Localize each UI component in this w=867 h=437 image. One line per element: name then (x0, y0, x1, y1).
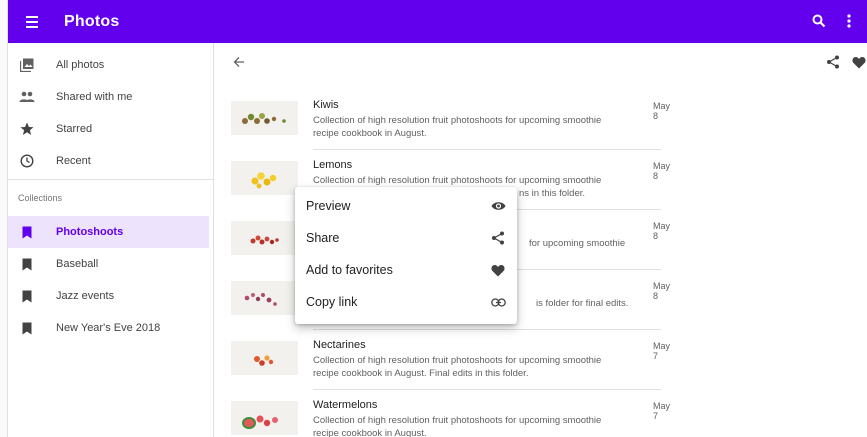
thumbnail-image (231, 401, 298, 435)
list-item[interactable]: Nectarines Collection of high resolution… (231, 333, 670, 393)
clock-icon (19, 153, 35, 169)
arrow-back-icon[interactable] (228, 51, 250, 73)
menu-item-preview[interactable]: Preview (295, 190, 517, 222)
search-icon[interactable] (808, 9, 830, 33)
item-date: May 7 (653, 401, 671, 421)
item-date: May 8 (653, 101, 671, 121)
app-window: Photos All photos Shared with me Starred… (7, 0, 867, 437)
collection-label: New Year's Eve 2018 (56, 322, 161, 334)
nav-item-label: All photos (56, 59, 105, 71)
share-icon (490, 230, 506, 246)
star-icon (19, 121, 35, 137)
photo-library-icon (19, 57, 35, 73)
collection-item-photoshoots[interactable]: Photoshoots (8, 216, 209, 248)
collection-item-new-years-eve-2018[interactable]: New Year's Eve 2018 (8, 312, 209, 344)
nav-item-starred[interactable]: Starred (8, 113, 209, 145)
more-vert-icon[interactable] (838, 9, 860, 33)
eye-icon (490, 198, 506, 214)
item-description: is folder for final edits. (536, 298, 629, 309)
nav-item-label: Recent (56, 155, 91, 167)
bookmark-icon (19, 224, 35, 240)
item-date: May 8 (653, 281, 671, 301)
menu-item-copy-link[interactable]: Copy link (295, 286, 517, 318)
drawer-divider (8, 179, 214, 180)
navigation-drawer: All photos Shared with me Starred Recent… (8, 43, 214, 437)
item-description: Collection of high resolution fruit phot… (313, 415, 602, 437)
nav-item-shared-with-me[interactable]: Shared with me (8, 81, 209, 113)
collection-item-jazz-events[interactable]: Jazz events (8, 280, 209, 312)
people-icon (19, 89, 35, 105)
menu-item-share[interactable]: Share (295, 222, 517, 254)
bookmark-icon (19, 320, 35, 336)
thumbnail-image (231, 221, 298, 255)
nav-item-label: Starred (56, 123, 93, 135)
nav-item-recent[interactable]: Recent (8, 145, 209, 177)
nav-item-all-photos[interactable]: All photos (8, 49, 209, 81)
item-title: Nectarines (313, 339, 366, 351)
item-date: May 8 (653, 161, 671, 181)
list-item[interactable]: Kiwis Collection of high resolution frui… (231, 93, 670, 153)
thumbnail-image (231, 341, 298, 375)
item-title: Kiwis (313, 99, 339, 111)
list-divider (313, 329, 661, 330)
heart-icon[interactable] (848, 51, 867, 73)
menu-item-add-to-favorites[interactable]: Add to favorites (295, 254, 517, 286)
context-menu: Preview Share Add to favorites Copy link (295, 187, 517, 324)
main-content: Kiwis Collection of high resolution frui… (214, 43, 867, 437)
item-description: for upcoming smoothie (529, 238, 626, 249)
collection-label: Baseball (56, 258, 99, 270)
list-divider (313, 149, 661, 150)
item-title: Lemons (313, 159, 353, 171)
thumbnail-image (231, 101, 298, 135)
link-icon (490, 294, 506, 310)
nav-item-label: Shared with me (56, 91, 133, 103)
share-icon[interactable] (822, 51, 844, 73)
thumbnail-image (231, 161, 298, 195)
list-divider (313, 389, 661, 390)
item-date: May 7 (653, 341, 671, 361)
bookmark-icon (19, 256, 35, 272)
list-item[interactable]: Watermelons Collection of high resolutio… (231, 393, 670, 437)
collections-heading: Collections (18, 193, 63, 203)
collection-label: Photoshoots (56, 226, 124, 238)
collection-item-baseball[interactable]: Baseball (8, 248, 209, 280)
top-app-bar: Photos (8, 0, 867, 43)
item-description: Collection of high resolution fruit phot… (313, 355, 602, 379)
bookmark-icon (19, 288, 35, 304)
app-title: Photos (64, 12, 120, 30)
item-description: Collection of high resolution fruit phot… (313, 115, 602, 139)
item-title: Watermelons (313, 399, 378, 411)
item-date: May 8 (653, 221, 671, 241)
thumbnail-image (231, 281, 298, 315)
menu-icon[interactable] (18, 8, 46, 36)
collection-label: Jazz events (56, 290, 115, 302)
heart-icon (490, 262, 506, 278)
